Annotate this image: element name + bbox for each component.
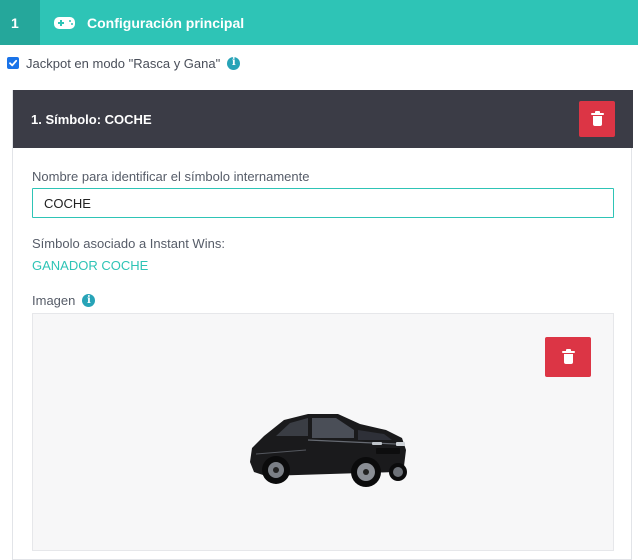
delete-image-button[interactable]: [545, 337, 591, 377]
section-title: Configuración principal: [87, 14, 245, 31]
jackpot-label: Jackpot en modo "Rasca y Gana": [26, 55, 221, 71]
checkmark-icon: [9, 59, 18, 67]
trash-icon: [561, 348, 575, 364]
instant-wins-value[interactable]: GANADOR COCHE: [32, 258, 148, 273]
instant-wins-label: Símbolo asociado a Instant Wins:: [32, 236, 225, 251]
step-number: 1: [0, 0, 40, 45]
image-info-icon[interactable]: i: [82, 294, 96, 307]
info-icon[interactable]: i: [227, 56, 241, 70]
delete-symbol-button[interactable]: [579, 101, 615, 137]
gamepad-icon: [54, 16, 75, 29]
image-label-row: Imagen i: [32, 293, 96, 308]
trash-icon: [590, 110, 604, 126]
section-header[interactable]: 1 Configuración principal: [0, 0, 638, 45]
symbol-name-input[interactable]: [32, 188, 614, 218]
symbol-panel-header: 1. Símbolo: COCHE: [13, 90, 633, 148]
jackpot-option: Jackpot en modo "Rasca y Gana" i: [7, 55, 241, 71]
image-label: Imagen: [32, 293, 76, 308]
car-image: [250, 414, 407, 487]
jackpot-checkbox[interactable]: [7, 57, 19, 69]
symbol-panel: 1. Símbolo: COCHE Nombre para identifica…: [12, 90, 633, 560]
name-label: Nombre para identificar el símbolo inter…: [32, 169, 310, 184]
image-preview: [32, 313, 614, 551]
symbol-title: 1. Símbolo: COCHE: [31, 111, 152, 127]
